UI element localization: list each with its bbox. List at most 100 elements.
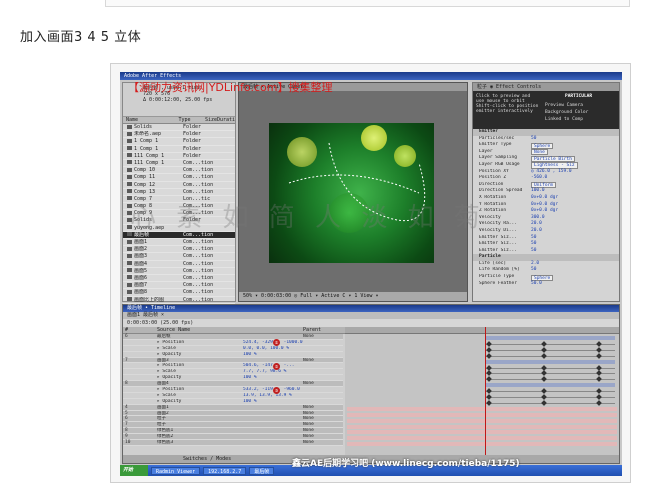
parent-select[interactable] — [303, 352, 343, 357]
keyframe-track[interactable] — [485, 346, 615, 353]
project-item[interactable]: 111 Comp 1 Folder — [123, 153, 235, 160]
col-size[interactable]: Size — [202, 117, 217, 123]
keyframe-track[interactable] — [485, 341, 615, 347]
keyframe-track[interactable] — [485, 400, 615, 406]
layer-duration-bar[interactable] — [485, 359, 615, 364]
project-item[interactable]: Comp 12 Com...tion — [123, 182, 235, 189]
effect-property[interactable]: Particles/sec 50 — [473, 136, 619, 143]
parent-select[interactable] — [303, 363, 343, 368]
parent-select[interactable] — [303, 369, 343, 374]
banner-option[interactable]: Background Color — [545, 110, 588, 115]
timeline-layer[interactable]: 10 绿色底3 None — [123, 440, 343, 446]
property-value[interactable]: 0x+0.0 dgr — [531, 195, 558, 202]
keyframe[interactable] — [596, 394, 602, 400]
project-item[interactable]: 画面1 Com...tion — [123, 239, 235, 247]
task-ip[interactable]: 192.168.2.7 — [203, 466, 247, 475]
keyframe[interactable] — [541, 346, 547, 353]
project-item[interactable]: 画面6 Com...tion — [123, 275, 235, 283]
project-item[interactable]: 画面2 Com...tion — [123, 246, 235, 254]
keyframe[interactable] — [541, 394, 547, 400]
property-value[interactable]: 100 % — [243, 375, 303, 380]
parent-select[interactable]: None — [303, 416, 343, 421]
banner-option[interactable]: Preview Camera — [545, 103, 583, 108]
effect-property[interactable]: Layer RGB Usage Lightness - Siz — [473, 162, 619, 169]
project-item[interactable]: 1 Comp 1 Folder — [123, 146, 235, 153]
property-value[interactable]: 50 — [531, 267, 536, 274]
keyframe-track[interactable] — [485, 388, 615, 394]
keyframe[interactable] — [596, 376, 602, 383]
layer-duration-bar[interactable] — [347, 436, 617, 441]
effect-section[interactable]: Emitter — [473, 129, 619, 136]
project-item[interactable]: 1 Comp 1 Folder — [123, 138, 235, 146]
layer-duration-bar[interactable] — [347, 406, 617, 411]
effect-property[interactable]: X Rotation 0x+0.0 dgr — [473, 195, 619, 202]
composition-viewer[interactable] — [269, 123, 434, 263]
start-button[interactable]: 开始 — [120, 465, 148, 476]
property-value[interactable]: 20.0 — [531, 228, 542, 235]
effect-property[interactable]: Life [sec] 2.0 — [473, 261, 619, 268]
time-ruler[interactable] — [345, 327, 619, 334]
parent-select[interactable] — [303, 387, 343, 392]
effect-property[interactable]: Velocity 300.0 — [473, 215, 619, 222]
layer-duration-bar[interactable] — [347, 418, 617, 423]
property-value[interactable]: 50 — [531, 136, 536, 143]
timeline-tabs[interactable]: 画面1 最后帧 × — [123, 312, 619, 319]
effect-property[interactable]: Velocity Di... 20.0 — [473, 228, 619, 235]
effect-property[interactable]: Z Rotation 0x+0.0 dgr — [473, 208, 619, 215]
effect-property[interactable]: Direction Spread 100.0 — [473, 188, 619, 195]
keyframe[interactable] — [596, 388, 602, 394]
effect-property[interactable]: Layer None — [473, 149, 619, 156]
property-value[interactable] — [243, 434, 303, 439]
parent-select[interactable]: None — [303, 428, 343, 433]
effect-property[interactable]: Sphere Feather 50.0 — [473, 281, 619, 288]
keyframe[interactable] — [541, 388, 547, 394]
keyframe[interactable] — [486, 376, 492, 383]
effect-property[interactable]: Particle Type Sphere — [473, 274, 619, 281]
col-type[interactable]: Type — [176, 117, 202, 123]
keyframe-track[interactable] — [485, 370, 615, 377]
timeline-time[interactable]: 0:00:03:00 (25.00 fps) — [123, 319, 619, 327]
keyframe[interactable] — [486, 394, 492, 400]
layer-duration-bar[interactable] — [347, 412, 617, 417]
parent-select[interactable]: None — [303, 411, 343, 416]
keyframe[interactable] — [541, 352, 547, 359]
property-dropdown[interactable]: Sphere — [531, 142, 554, 149]
parent-select[interactable]: None — [303, 434, 343, 439]
task-comp[interactable]: 最后帧 — [249, 466, 275, 475]
keyframe[interactable] — [486, 388, 492, 394]
property-dropdown[interactable]: Particle Birth — [531, 155, 575, 162]
parent-select[interactable]: None — [303, 381, 343, 386]
property-value[interactable] — [243, 428, 303, 433]
property-value[interactable] — [243, 358, 303, 363]
keyframe[interactable] — [486, 346, 492, 353]
property-value[interactable]: -560.0 — [531, 175, 547, 182]
timeline-graph[interactable] — [345, 327, 619, 455]
property-value[interactable]: 20.0 — [531, 221, 542, 228]
effect-property[interactable]: Direction Uniform — [473, 182, 619, 189]
project-item[interactable]: Comp 13 Com...tion — [123, 189, 235, 196]
property-value[interactable] — [243, 422, 303, 427]
task-radmin[interactable]: Radmin Viewer — [151, 466, 201, 475]
col-duration[interactable]: Durati — [214, 117, 235, 123]
property-value[interactable]: 7.7, 7.7, 98.6 % — [243, 369, 303, 374]
effect-property[interactable]: Velocity Ra... 20.0 — [473, 221, 619, 228]
parent-select[interactable]: None — [303, 405, 343, 410]
layer-duration-bar[interactable] — [347, 430, 617, 435]
property-value[interactable] — [243, 440, 303, 445]
property-value[interactable] — [243, 405, 303, 410]
property-value[interactable]: 0.0, 0.0, 100.0 % — [243, 346, 303, 351]
project-item[interactable]: 111 Comp 1 Com...tion — [123, 160, 235, 168]
project-item[interactable]: 画面7 Com...tion — [123, 282, 235, 290]
property-value[interactable]: 100 % — [243, 352, 303, 357]
keyframe[interactable] — [596, 352, 602, 359]
keyframe[interactable] — [541, 400, 547, 406]
effect-section[interactable]: Particle — [473, 254, 619, 261]
effect-property[interactable]: Layer Sampling Particle Birth — [473, 155, 619, 162]
property-value[interactable]: 50.0 — [531, 281, 542, 288]
project-item[interactable]: Comp 11 Com...tion — [123, 174, 235, 182]
parent-select[interactable]: None — [303, 334, 343, 339]
banner-option[interactable]: Linked to Comp — [545, 117, 583, 122]
keyframe[interactable] — [596, 341, 602, 347]
parent-select[interactable] — [303, 340, 343, 345]
parent-select[interactable]: None — [303, 422, 343, 427]
